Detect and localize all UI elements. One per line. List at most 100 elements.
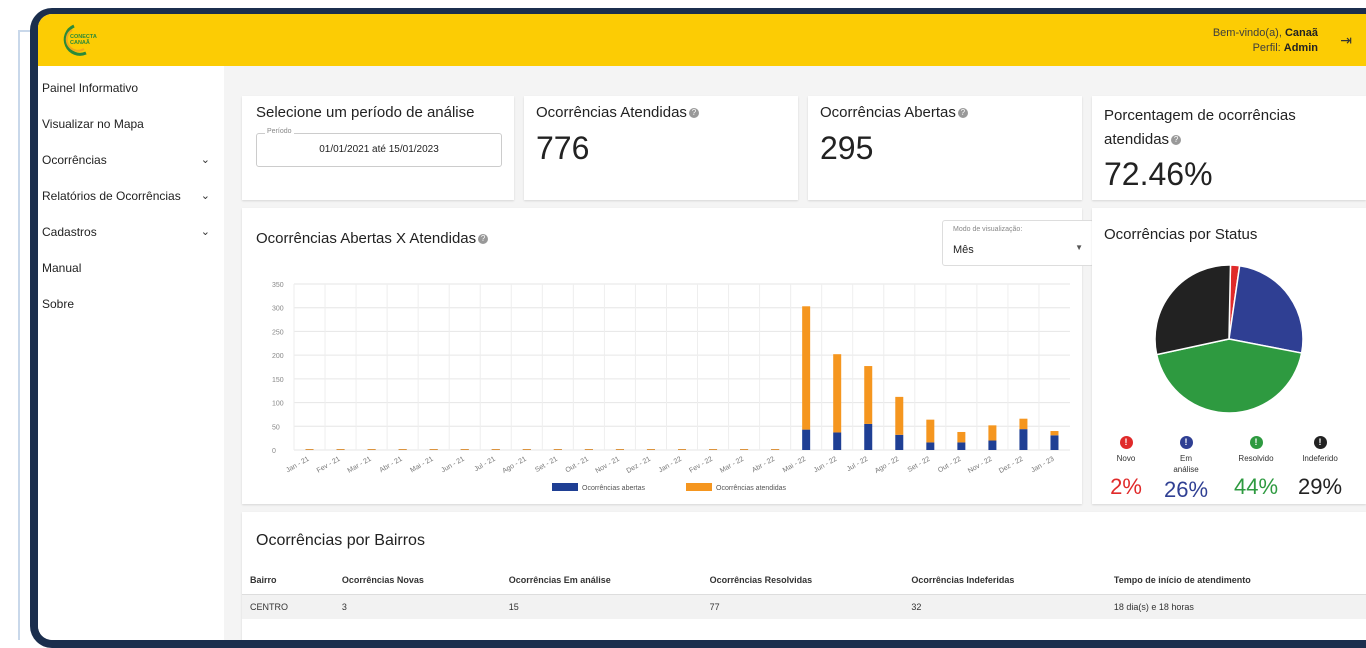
help-icon[interactable]: ? [1171, 135, 1182, 146]
bar-segment[interactable] [802, 429, 811, 450]
bar-segment[interactable] [740, 449, 749, 450]
x-tick-label: Jul - 21 [473, 456, 496, 474]
logo-line2: CANAÃ [70, 39, 90, 46]
sidebar-item-manual[interactable]: Manual [38, 250, 224, 286]
pie-slice[interactable] [1154, 264, 1232, 356]
app-logo[interactable]: CONECTA CANAÃ [56, 22, 104, 58]
x-tick-label: Jun - 22 [813, 456, 838, 475]
x-tick-label: Jul - 22 [846, 456, 869, 474]
x-tick-label: Ago - 21 [501, 456, 528, 475]
bar-segment[interactable] [802, 306, 811, 430]
table-cell: 32 [903, 594, 1106, 619]
bar-segment[interactable] [957, 431, 966, 443]
bar-segment[interactable] [988, 440, 997, 450]
bar-segment[interactable] [1019, 418, 1028, 430]
status-title: Ocorrências por Status [1104, 226, 1258, 243]
bar-segment[interactable] [584, 449, 593, 450]
period-field-value: 01/01/2021 até 15/01/2023 [319, 144, 439, 155]
sidebar-item-mapa[interactable]: Visualizar no Mapa [38, 106, 224, 142]
bar-segment[interactable] [926, 442, 935, 450]
x-tick-label: Nov - 22 [967, 456, 994, 475]
sidebar-item-label: Manual [42, 261, 82, 275]
period-title: Selecione um período de análise [256, 104, 475, 121]
status-label: Indeferido [1302, 454, 1338, 463]
bar-segment[interactable] [771, 449, 780, 450]
status-percent: 2% [1110, 474, 1142, 499]
kpi-attended-value: 776 [536, 130, 590, 166]
sidebar-item-label: Cadastros [42, 225, 97, 239]
x-tick-label: Mar - 22 [719, 456, 745, 475]
bar-segment[interactable] [988, 425, 997, 441]
column-header[interactable]: Ocorrências Indeferidas [903, 566, 1106, 595]
column-header[interactable]: Ocorrências Novas [333, 566, 501, 595]
bar-segment[interactable] [305, 449, 314, 450]
sidebar-item-label: Painel Informativo [42, 81, 139, 95]
table-cell: CENTRO [242, 594, 334, 619]
bar-segment[interactable] [398, 449, 407, 450]
sidebar-item-label: Relatórios de Ocorrências [42, 189, 181, 203]
sidebar-item-ocorrencias[interactable]: Ocorrências ⌄ [38, 142, 224, 178]
x-tick-label: Out - 21 [564, 456, 589, 475]
x-tick-label: Mar - 21 [347, 456, 373, 475]
help-icon[interactable]: ? [957, 108, 968, 119]
bar-segment[interactable] [1050, 431, 1059, 436]
sidebar-item-relatorios[interactable]: Relatórios de Ocorrências ⌄ [38, 178, 224, 214]
bar-segment[interactable] [1019, 429, 1028, 450]
bar-segment[interactable] [957, 442, 966, 450]
status-label: Em análise [1173, 454, 1199, 474]
table-cell: 18 dia(s) e 18 horas [1105, 594, 1366, 619]
x-tick-label: Mai - 21 [409, 456, 434, 475]
table-row[interactable]: CENTRO 3 15 77 32 18 dia(s) e 18 horas [242, 594, 1366, 619]
column-header[interactable]: Tempo de início de atendimento [1105, 566, 1366, 595]
y-tick-label: 100 [272, 401, 284, 408]
help-icon[interactable]: ? [688, 108, 699, 119]
x-tick-label: Ago - 22 [874, 456, 901, 475]
status-percent: 26% [1163, 477, 1209, 502]
column-header[interactable]: Ocorrências Em análise [500, 566, 702, 595]
bar-segment[interactable] [553, 449, 562, 450]
x-tick-label: Dez - 22 [998, 456, 1025, 475]
sidebar-item-painel[interactable]: Painel Informativo [38, 70, 224, 106]
x-tick-label: Jan - 23 [1030, 456, 1055, 475]
bar-segment[interactable] [429, 449, 438, 450]
bar-segment[interactable] [833, 432, 842, 450]
chevron-down-icon: ⌄ [200, 226, 210, 238]
period-field[interactable]: Período 01/01/2021 até 15/01/2023 [256, 128, 502, 167]
chart-card: Ocorrências Abertas X Atendidas? Modo de… [242, 208, 1094, 504]
status-percent: 29% [1297, 474, 1343, 499]
column-header[interactable]: Ocorrências Resolvidas [701, 566, 904, 595]
bar-segment[interactable] [646, 449, 655, 450]
bar-segment[interactable] [864, 423, 873, 450]
table-cell: 15 [500, 594, 702, 619]
bar-segment[interactable] [460, 449, 469, 450]
bar-segment[interactable] [678, 449, 686, 450]
x-tick-label: Abr - 22 [751, 456, 776, 475]
bairros-title: Ocorrências por Bairros [256, 532, 425, 549]
bar-segment[interactable] [336, 449, 345, 450]
bar-segment[interactable] [367, 449, 376, 450]
x-tick-label: Fev - 22 [688, 456, 714, 475]
bar-segment[interactable] [522, 449, 531, 450]
column-header[interactable]: Bairro [242, 566, 334, 595]
bar-segment[interactable] [709, 449, 718, 450]
kpi-percent-value: 72.46% [1104, 156, 1213, 192]
logout-icon[interactable]: ⇥ [1340, 32, 1352, 49]
welcome-name: Canaã [1284, 27, 1318, 39]
status-item: ! Em análise 26% [1156, 436, 1216, 503]
bar-segment[interactable] [895, 434, 904, 450]
pie-slice[interactable] [1228, 264, 1304, 354]
bar-segment[interactable] [895, 396, 904, 435]
bar-segment[interactable] [864, 366, 873, 424]
bar-segment[interactable] [926, 419, 935, 443]
legend-swatch [686, 483, 712, 491]
main-content: Selecione um período de análise Período … [224, 66, 1366, 640]
bar-segment[interactable] [1050, 435, 1059, 450]
kpi-attended-card: Ocorrências Atendidas? 776 [524, 96, 798, 200]
sidebar-item-sobre[interactable]: Sobre [38, 286, 224, 322]
bar-segment[interactable] [491, 449, 500, 450]
period-card: Selecione um período de análise Período … [242, 96, 514, 200]
bar-segment[interactable] [833, 354, 842, 433]
bar-segment[interactable] [615, 449, 624, 450]
sidebar-item-cadastros[interactable]: Cadastros ⌄ [38, 214, 224, 250]
kpi-open-value: 295 [820, 130, 874, 166]
